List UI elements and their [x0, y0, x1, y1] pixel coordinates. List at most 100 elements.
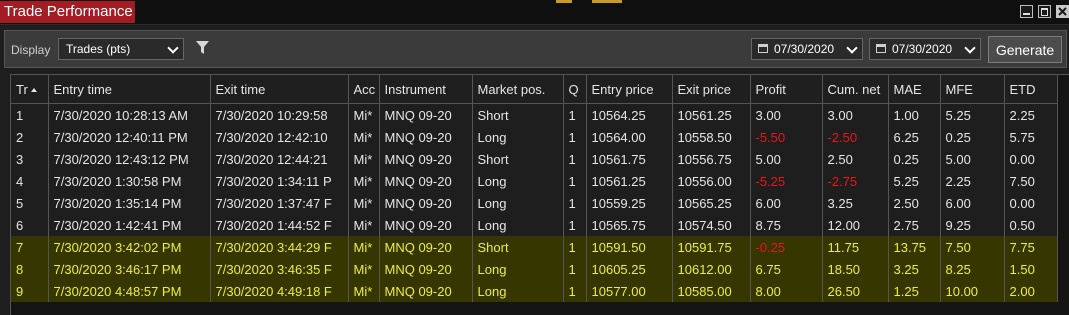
table-row[interactable]: 7 7/30/2020 3:42:02 PM 7/30/2020 3:44:29 F… — [11, 236, 1058, 258]
col-market-position-cell: Long — [472, 280, 564, 302]
col-market-position-cell: Long — [472, 214, 564, 236]
col-entry-price-cell: 10561.75 — [586, 148, 673, 170]
col-quantity-cell: 1 — [563, 126, 587, 148]
col-instrument-cell: MNQ 09-20 — [379, 126, 473, 148]
chevron-down-icon — [846, 42, 858, 54]
col-mae-cell: 1.25 — [888, 280, 941, 302]
table-row[interactable]: 4 7/30/2020 1:30:58 PM 7/30/2020 1:34:11 P… — [11, 170, 1058, 192]
col-profit-cell: 8.00 — [750, 280, 823, 302]
col-etd-cell: 0.00 — [1004, 192, 1058, 214]
col-account-cell: Mi* — [348, 126, 380, 148]
table-header-row: Tr Entry time Exit time Acc Instrument Market… — [11, 75, 1058, 104]
col-profit-cell: 8.75 — [750, 214, 823, 236]
col-exit-price-header[interactable]: Exit price — [672, 75, 751, 104]
table-row[interactable]: 6 7/30/2020 1:42:41 PM 7/30/2020 1:44:52 F… — [11, 214, 1058, 236]
column-header-label: Market pos. — [477, 81, 546, 97]
table-row[interactable]: 9 7/30/2020 4:48:57 PM 7/30/2020 4:49:18 F… — [11, 280, 1058, 302]
col-exit-time-cell: 7/30/2020 10:29:58 — [210, 103, 349, 126]
sort-ascending-icon — [30, 87, 37, 92]
col-trade-number-cell: 9 — [11, 280, 49, 302]
col-profit-cell: -0.25 — [750, 236, 823, 258]
col-trade-number-cell: 8 — [11, 258, 49, 280]
col-account-cell: Mi* — [348, 103, 380, 126]
col-account-cell: Mi* — [348, 280, 380, 302]
col-entry-time-cell: 7/30/2020 3:42:02 PM — [48, 236, 211, 258]
col-etd-cell: 1.50 — [1004, 258, 1058, 280]
col-profit-header[interactable]: Profit — [750, 75, 823, 104]
date-from-picker[interactable]: 07/30/2020 — [751, 38, 863, 60]
col-cumulative-net-cell: 2.50 — [822, 148, 889, 170]
col-mae-cell: 2.50 — [888, 192, 941, 214]
table-row[interactable]: 5 7/30/2020 1:35:14 PM 7/30/2020 1:37:47 F… — [11, 192, 1058, 214]
col-exit-time-cell: 7/30/2020 3:46:35 F — [210, 258, 349, 280]
col-entry-price-cell: 10564.00 — [586, 126, 673, 148]
col-cumulative-net-cell: -2.75 — [822, 170, 889, 192]
display-select[interactable]: Trades (pts) — [58, 38, 184, 60]
col-market-position-cell: Short — [472, 103, 564, 126]
col-entry-price-cell: 10564.25 — [586, 103, 673, 126]
table-row[interactable]: 8 7/30/2020 3:46:17 PM 7/30/2020 3:46:35 F… — [11, 258, 1058, 280]
col-account-cell: Mi* — [348, 170, 380, 192]
col-market-position-cell: Long — [472, 192, 564, 214]
col-mfe-cell: 2.25 — [940, 170, 1005, 192]
close-icon[interactable] — [1056, 5, 1069, 18]
table-row[interactable]: 3 7/30/2020 12:43:12 PM 7/30/2020 12:44:21… — [11, 148, 1058, 170]
col-mfe-header[interactable]: MFE — [940, 75, 1005, 104]
col-etd-cell: 7.75 — [1004, 236, 1058, 258]
col-entry-time-cell: 7/30/2020 12:40:11 PM — [48, 126, 211, 148]
col-exit-time-cell: 7/30/2020 1:34:11 P — [210, 170, 349, 192]
col-exit-time-header[interactable]: Exit time — [210, 75, 349, 104]
col-instrument-cell: MNQ 09-20 — [379, 258, 473, 280]
col-etd-cell: 0.00 — [1004, 148, 1058, 170]
col-account-cell: Mi* — [348, 214, 380, 236]
title-bar-accent — [556, 0, 572, 3]
col-trade-number-cell: 3 — [11, 148, 49, 170]
column-header-label: MAE — [893, 81, 922, 97]
col-instrument-header[interactable]: Instrument — [379, 75, 473, 104]
col-trade-number-cell: 4 — [11, 170, 49, 192]
col-etd-header[interactable]: ETD — [1004, 75, 1058, 104]
display-label: Display — [11, 43, 51, 57]
col-mae-header[interactable]: MAE — [888, 75, 941, 104]
col-instrument-cell: MNQ 09-20 — [379, 214, 473, 236]
filter-icon[interactable] — [196, 41, 209, 55]
col-entry-time-header[interactable]: Entry time — [48, 75, 211, 104]
col-account-header[interactable]: Acc — [348, 75, 380, 104]
col-account-cell: Mi* — [348, 236, 380, 258]
col-instrument-cell: MNQ 09-20 — [379, 192, 473, 214]
col-exit-time-cell: 7/30/2020 1:44:52 F — [210, 214, 349, 236]
col-trade-number-cell: 5 — [11, 192, 49, 214]
col-entry-time-cell: 7/30/2020 1:42:41 PM — [48, 214, 211, 236]
col-exit-time-cell: 7/30/2020 1:37:47 F — [210, 192, 349, 214]
date-to-picker[interactable]: 07/30/2020 — [869, 38, 981, 60]
col-mfe-cell: 10.00 — [940, 280, 1005, 302]
table-row[interactable]: 2 7/30/2020 12:40:11 PM 7/30/2020 12:42:10… — [11, 126, 1058, 148]
title-bar-accent — [592, 0, 622, 3]
col-market-position-cell: Long — [472, 258, 564, 280]
col-entry-time-cell: 7/30/2020 10:28:13 AM — [48, 103, 211, 126]
col-cumulative-net-header[interactable]: Cum. net — [822, 75, 889, 104]
column-header-label: MFE — [945, 81, 973, 97]
column-header-label: Q — [568, 81, 579, 97]
col-cumulative-net-cell: 12.00 — [822, 214, 889, 236]
col-account-cell: Mi* — [348, 258, 380, 280]
column-header-label: Acc — [353, 81, 376, 97]
maximize-icon[interactable] — [1038, 5, 1051, 18]
minimize-icon[interactable] — [1020, 5, 1033, 18]
col-exit-price-cell: 10565.25 — [672, 192, 751, 214]
generate-button[interactable]: Generate — [988, 36, 1062, 63]
table-row[interactable]: 1 7/30/2020 10:28:13 AM 7/30/2020 10:29:58… — [11, 103, 1058, 126]
col-etd-cell: 0.50 — [1004, 214, 1058, 236]
col-trade-number-cell: 6 — [11, 214, 49, 236]
col-entry-time-cell: 7/30/2020 4:48:57 PM — [48, 280, 211, 302]
col-market-position-header[interactable]: Market pos. — [472, 75, 564, 104]
trades-grid: Tr Entry time Exit time Acc Instrument Market… — [10, 74, 1069, 315]
col-mfe-cell: 0.25 — [940, 126, 1005, 148]
col-trade-number-cell: 7 — [11, 236, 49, 258]
col-quantity-header[interactable]: Q — [563, 75, 587, 104]
col-entry-price-header[interactable]: Entry price — [586, 75, 673, 104]
col-trade-number-header[interactable]: Tr — [11, 75, 49, 104]
col-instrument-cell: MNQ 09-20 — [379, 148, 473, 170]
col-entry-price-cell: 10559.25 — [586, 192, 673, 214]
col-profit-cell: -5.50 — [750, 126, 823, 148]
